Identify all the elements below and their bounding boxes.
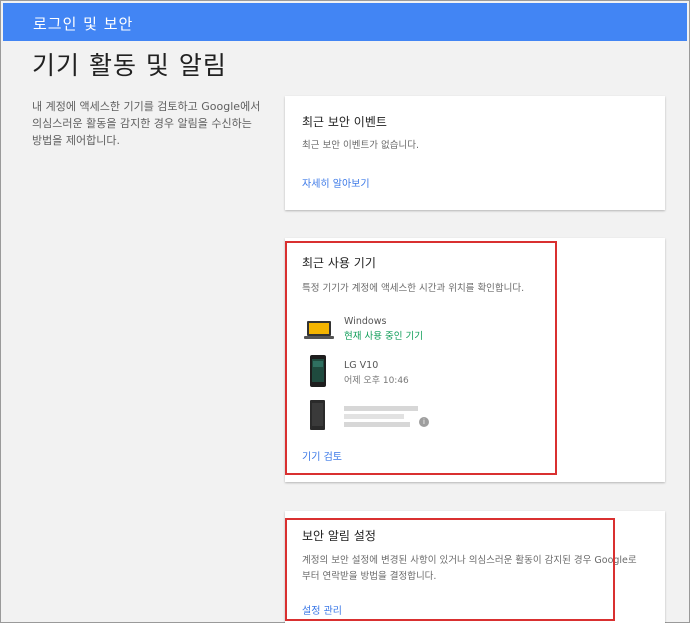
recent-devices-text: 특정 기기가 계정에 액세스한 시간과 위치를 확인합니다. [302, 283, 525, 294]
page-title: 기기 활동 및 알림 [32, 51, 227, 80]
manage-settings-link[interactable]: 설정 관리 [302, 602, 342, 617]
laptop-icon [304, 321, 334, 339]
security-events-card: 최근 보안 이벤트 최근 보안 이벤트가 없습니다. 자세히 알아보기 [285, 96, 665, 210]
recent-devices-card: 최근 사용 기기 특정 기기가 계정에 액세스한 시간과 위치를 확인합니다. … [285, 238, 665, 482]
learn-more-link[interactable]: 자세히 알아보기 [302, 175, 370, 190]
device-name-windows[interactable]: Windows [344, 316, 386, 327]
blurred-device-status [344, 422, 410, 427]
blurred-device-name[interactable] [344, 406, 418, 411]
blurred-device-name [344, 414, 404, 419]
device-last-active: 어제 오후 10:46 [344, 376, 409, 386]
recent-devices-title: 최근 사용 기기 [302, 256, 376, 270]
security-events-title: 최근 보안 이벤트 [302, 115, 387, 129]
alert-settings-title: 보안 알림 설정 [302, 529, 376, 543]
device-status-current: 현재 사용 중인 기기 [344, 331, 423, 342]
device-name-lg-v10[interactable]: LG V10 [344, 360, 378, 371]
phone-icon [310, 355, 326, 387]
page-description: 내 계정에 액세스한 기기를 검토하고 Google에서 의심스러운 활동을 감… [32, 100, 261, 147]
top-app-bar: 로그인 및 보안 [3, 3, 687, 41]
app-bar-title: 로그인 및 보안 [33, 15, 134, 33]
alert-settings-card: 보안 알림 설정 계정의 보안 설정에 변경된 사항이 있거나 의심스러운 활동… [285, 511, 665, 623]
review-devices-link[interactable]: 기기 검토 [302, 448, 342, 463]
info-icon[interactable]: i [419, 417, 429, 427]
phone-icon [310, 400, 325, 430]
alert-settings-text: 계정의 보안 설정에 변경된 사항이 있거나 의심스러운 활동이 감지된 경우 … [302, 555, 637, 582]
security-events-text: 최근 보안 이벤트가 없습니다. [302, 140, 419, 151]
